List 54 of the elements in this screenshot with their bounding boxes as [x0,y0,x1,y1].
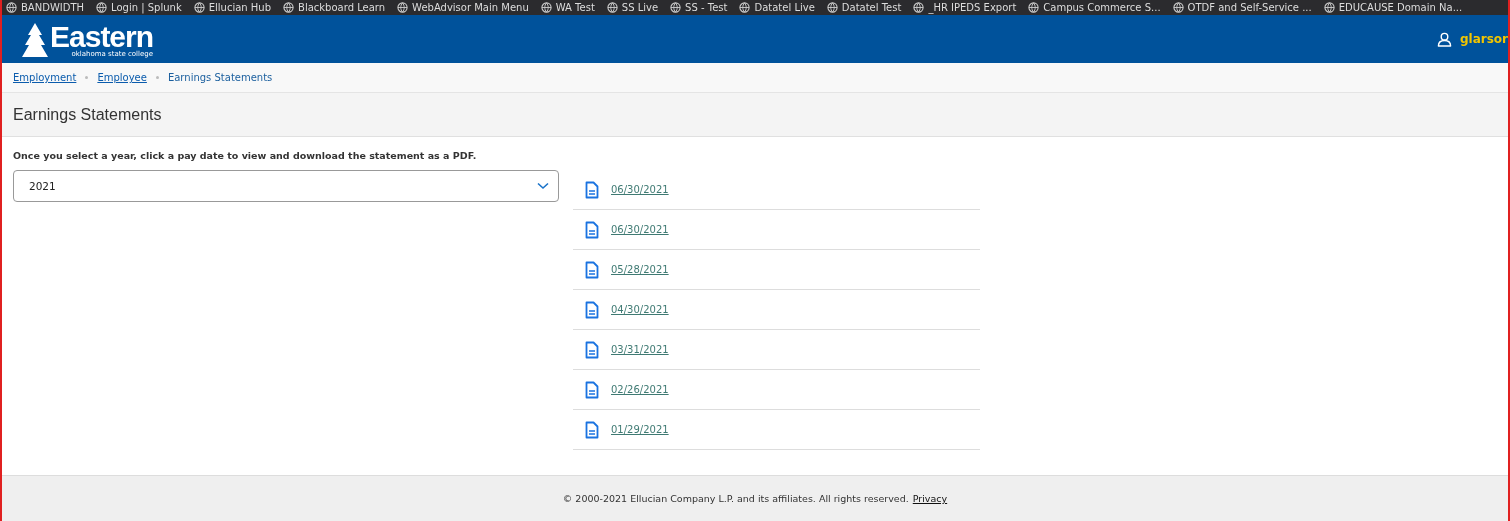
bookmark-link[interactable]: SS - Test [685,2,728,13]
bookmark-link[interactable]: Login | Splunk [111,2,182,13]
pay-date-link[interactable]: 02/26/2021 [611,384,669,395]
bookmark-link[interactable]: SS Live [621,2,659,13]
pay-date-link[interactable]: 06/30/2021 [611,184,669,195]
bookmark-link[interactable]: Campus Commerce S... [1043,2,1161,13]
document-icon[interactable] [585,260,599,279]
bookmark-link[interactable]: WA Test [555,2,595,13]
bookmark-link[interactable]: BANDWIDTH [21,2,85,13]
pay-date-link[interactable]: 01/29/2021 [611,424,669,435]
user-name[interactable]: glarsor [1459,32,1508,46]
breadcrumb-link[interactable]: Employment [13,72,77,83]
breadcrumb-link[interactable]: Employee [97,72,147,83]
privacy-link[interactable]: Privacy [912,493,948,504]
chevron-down-icon [537,182,549,190]
document-icon[interactable] [585,420,599,439]
globe-icon [606,2,618,13]
globe-icon [6,2,17,13]
bookmark-link[interactable]: OTDF and Self-Service ... [1187,2,1312,13]
globe-icon [670,2,682,13]
document-icon[interactable] [585,300,599,319]
bookmark-link[interactable]: WebAdvisor Main Menu [412,2,529,13]
pay-date-link[interactable]: 03/31/2021 [611,344,669,355]
globe-icon [283,2,295,13]
globe-icon [913,2,925,13]
globe-icon [1323,2,1335,13]
breadcrumb-current: Earnings Statements [167,72,273,83]
pay-date-link[interactable]: 05/28/2021 [611,264,669,275]
pay-date-link[interactable]: 06/30/2021 [611,224,669,235]
pay-date-link[interactable]: 04/30/2021 [611,304,669,315]
globe-icon [96,2,108,13]
document-icon[interactable] [585,340,599,359]
user-icon[interactable] [1436,31,1452,47]
globe-icon [540,2,552,13]
document-icon[interactable] [585,180,599,199]
globe-icon [826,2,838,13]
globe-icon [1028,2,1040,13]
bookmark-link[interactable]: Datatel Test [841,2,902,13]
year-dropdown[interactable]: 2021 [13,170,559,202]
document-icon[interactable] [585,380,599,399]
bookmark-link[interactable]: Datatel Live [754,2,815,13]
bookmark-link[interactable]: Blackboard Learn [298,2,386,13]
instruction-text: Once you select a year, click a pay date to view and download the statement as a PDF. [13,150,478,161]
document-icon[interactable] [585,220,599,239]
globe-icon [1172,2,1184,13]
globe-icon [739,2,751,13]
globe-icon [397,2,409,13]
page-heading: Earnings Statements [13,105,162,124]
logo-wordmark: Eastern [50,22,154,52]
bookmark-link[interactable]: _HR IPEDS Export [928,2,1017,13]
copyright-text: © 2000-2021 Ellucian Company L.P. and its affiliates. All rights reserved. [562,493,909,504]
bookmark-link[interactable]: Ellucian Hub [208,2,272,13]
globe-icon [193,2,205,13]
bookmark-link[interactable]: EDUCAUSE Domain Na... [1338,2,1463,13]
